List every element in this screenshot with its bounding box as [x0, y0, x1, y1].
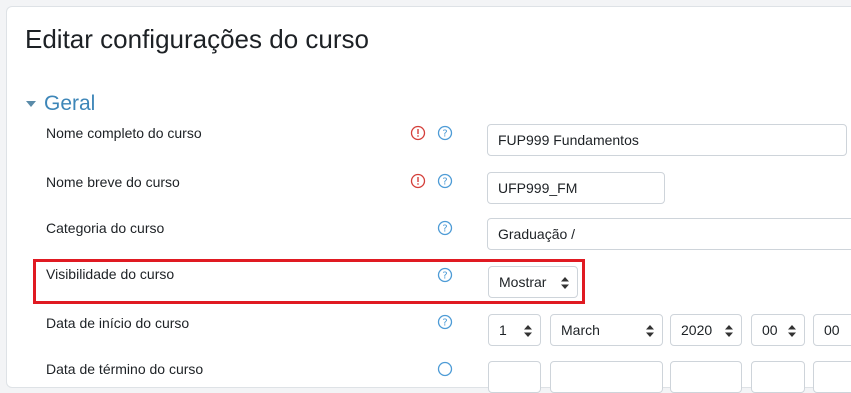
category-value: Graduação /: [498, 226, 576, 242]
startdate-day-value: 1: [499, 322, 507, 338]
section-toggle-geral[interactable]: Geral: [26, 92, 95, 116]
help-icon[interactable]: ?: [437, 267, 453, 283]
page-title: Editar configurações do curso: [25, 24, 369, 54]
startdate-day-select[interactable]: 1: [488, 314, 541, 346]
visibility-value: Mostrar: [499, 274, 547, 290]
category-label: Categoria do curso: [46, 220, 165, 236]
fullname-input[interactable]: FUP999 Fundamentos: [487, 124, 847, 156]
startdate-label: Data de início do curso: [46, 315, 190, 331]
startdate-minute-value: 00: [824, 322, 840, 338]
fullname-value: FUP999 Fundamentos: [498, 132, 639, 148]
enddate-month-select[interactable]: [550, 361, 663, 393]
startdate-month-select[interactable]: March: [550, 314, 663, 346]
help-icon[interactable]: ?: [437, 314, 453, 330]
section-title: Geral: [44, 92, 96, 115]
updown-arrows-icon: [524, 325, 532, 337]
help-icon[interactable]: ?: [437, 125, 453, 141]
svg-text:?: ?: [442, 129, 447, 140]
startdate-year-value: 2020: [681, 322, 713, 338]
shortname-label: Nome breve do curso: [46, 174, 180, 190]
category-input[interactable]: Graduação /: [487, 218, 851, 250]
enddate-minute-select[interactable]: [813, 361, 851, 393]
svg-text:?: ?: [442, 318, 447, 329]
startdate-month-value: March: [561, 322, 600, 338]
startdate-hour-value: 00: [762, 322, 778, 338]
required-icon[interactable]: [410, 125, 426, 141]
startdate-hour-select[interactable]: 00: [751, 314, 805, 346]
help-icon[interactable]: [437, 361, 453, 377]
visibility-label: Visibilidade do curso: [46, 266, 175, 282]
visibility-select[interactable]: Mostrar: [488, 266, 578, 298]
help-icon[interactable]: ?: [437, 220, 453, 236]
svg-text:?: ?: [442, 224, 447, 235]
enddate-hour-select[interactable]: [751, 361, 805, 393]
help-icon[interactable]: ?: [437, 173, 453, 189]
updown-arrows-icon: [561, 277, 569, 289]
shortname-input[interactable]: UFP999_FM: [487, 172, 665, 204]
startdate-minute-select[interactable]: 00: [813, 314, 851, 346]
startdate-year-select[interactable]: 2020: [670, 314, 742, 346]
svg-text:?: ?: [442, 271, 447, 282]
updown-arrows-icon: [725, 325, 733, 337]
enddate-day-select[interactable]: [488, 361, 541, 393]
updown-arrows-icon: [788, 325, 796, 337]
fullname-label: Nome completo do curso: [46, 125, 202, 141]
shortname-value: UFP999_FM: [498, 180, 578, 196]
caret-down-icon: [26, 101, 36, 107]
enddate-year-select[interactable]: [670, 361, 742, 393]
enddate-label: Data de término do curso: [46, 361, 204, 377]
required-icon[interactable]: [410, 173, 426, 189]
updown-arrows-icon: [646, 325, 654, 337]
svg-text:?: ?: [442, 177, 447, 188]
